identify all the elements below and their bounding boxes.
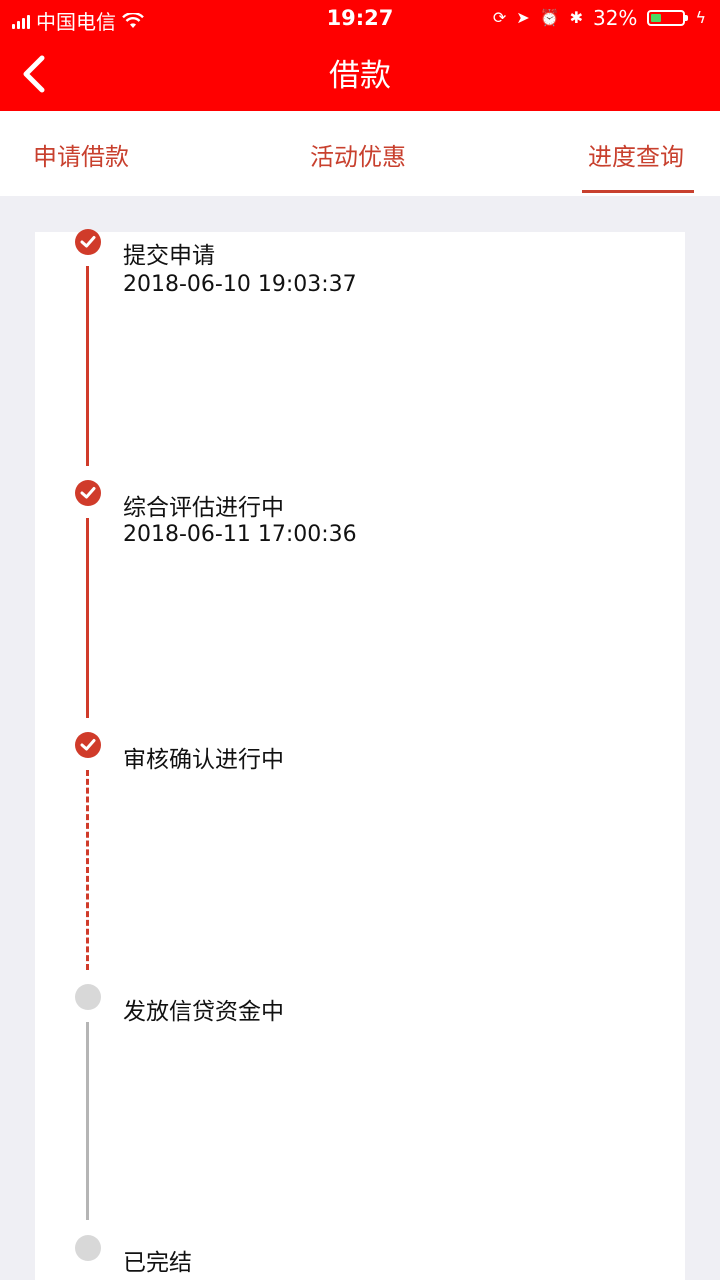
progress-card: 提交申请 2018-06-10 19:03:37 综合评估进行中 2018-06… <box>35 229 685 1280</box>
bluetooth-icon: ✱ <box>569 8 583 27</box>
alarm-icon: ⏰ <box>539 8 560 27</box>
battery-icon <box>647 10 689 26</box>
check-icon <box>75 732 101 758</box>
step-time: 2018-06-10 19:03:37 <box>123 272 357 297</box>
page-title: 借款 <box>329 58 391 94</box>
battery-fill <box>651 14 662 22</box>
status-bar: 中国电信 19:27 ⟳ ➤ ⏰ ✱ 32% ϟ <box>0 0 720 36</box>
location-icon: ➤ <box>516 8 530 27</box>
timeline-connector <box>86 266 89 466</box>
orientation-lock-icon: ⟳ <box>492 8 507 27</box>
active-tab-indicator <box>582 190 694 193</box>
step-title: 发放信贷资金中 <box>123 999 284 1025</box>
app-header: 中国电信 19:27 ⟳ ➤ ⏰ ✱ 32% ϟ 借款 <box>0 0 720 111</box>
step-title: 综合评估进行中 <box>123 495 284 521</box>
tab-progress-query[interactable]: 进度查询 <box>588 137 684 172</box>
step-time: 2018-06-11 17:00:36 <box>123 522 357 547</box>
battery-percent: 32% <box>592 6 638 30</box>
step-title: 审核确认进行中 <box>123 747 284 773</box>
check-icon <box>75 480 101 506</box>
tab-bar: 申请借款 活动优惠 进度查询 <box>0 111 720 196</box>
step-title: 提交申请 <box>123 243 215 269</box>
timeline-connector-dashed <box>86 770 89 970</box>
check-icon <box>75 229 101 255</box>
timeline-connector <box>86 518 89 718</box>
pending-dot-icon <box>75 1235 101 1261</box>
tab-apply-loan[interactable]: 申请借款 <box>33 137 129 172</box>
timeline-connector <box>86 1022 89 1220</box>
charging-icon: ϟ <box>695 8 706 27</box>
step-title: 已完结 <box>123 1250 192 1276</box>
status-right: ⟳ ➤ ⏰ ✱ 32% ϟ <box>493 6 706 30</box>
nav-bar: 借款 <box>0 36 720 111</box>
tab-promotions[interactable]: 活动优惠 <box>310 137 406 172</box>
pending-dot-icon <box>75 984 101 1010</box>
